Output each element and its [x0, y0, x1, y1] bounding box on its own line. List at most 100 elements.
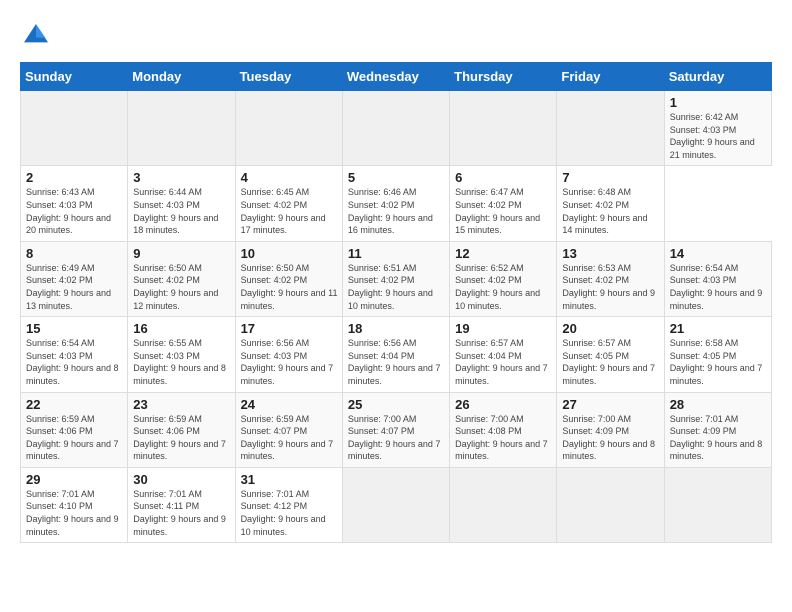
day-number: 23 [133, 397, 230, 412]
calendar-day: 15 Sunrise: 6:54 AMSunset: 4:03 PMDayligh… [21, 317, 128, 392]
day-info: Sunrise: 6:50 AMSunset: 4:02 PMDaylight:… [133, 263, 218, 311]
calendar-day [342, 467, 449, 542]
day-info: Sunrise: 6:44 AMSunset: 4:03 PMDaylight:… [133, 187, 218, 235]
calendar-day [557, 467, 664, 542]
day-info: Sunrise: 6:59 AMSunset: 4:07 PMDaylight:… [241, 414, 334, 462]
calendar-table: SundayMondayTuesdayWednesdayThursdayFrid… [20, 62, 772, 543]
day-number: 7 [562, 170, 659, 185]
calendar-day: 21 Sunrise: 6:58 AMSunset: 4:05 PMDayligh… [664, 317, 771, 392]
empty-cell [557, 91, 664, 166]
day-number: 18 [348, 321, 445, 336]
calendar-week-row: 15 Sunrise: 6:54 AMSunset: 4:03 PMDayligh… [21, 317, 772, 392]
calendar-week-row: 1 Sunrise: 6:42 AMSunset: 4:03 PMDaylight… [21, 91, 772, 166]
calendar-day: 14Sunrise: 6:54 AMSunset: 4:03 PMDayligh… [664, 241, 771, 316]
day-info: Sunrise: 6:54 AMSunset: 4:03 PMDaylight:… [670, 263, 763, 311]
calendar-day: 30 Sunrise: 7:01 AMSunset: 4:11 PMDayligh… [128, 467, 235, 542]
calendar-day: 17Sunrise: 6:56 AMSunset: 4:03 PMDayligh… [235, 317, 342, 392]
column-header-saturday: Saturday [664, 63, 771, 91]
calendar-day: 6Sunrise: 6:47 AMSunset: 4:02 PMDaylight… [450, 166, 557, 241]
day-number: 22 [26, 397, 123, 412]
column-header-tuesday: Tuesday [235, 63, 342, 91]
day-info: Sunrise: 6:58 AMSunset: 4:05 PMDaylight:… [670, 338, 763, 386]
calendar-day: 13 Sunrise: 6:53 AMSunset: 4:02 PMDayligh… [557, 241, 664, 316]
day-number: 15 [26, 321, 123, 336]
day-number: 28 [670, 397, 767, 412]
day-number: 13 [562, 246, 659, 261]
calendar-day: 28Sunrise: 7:01 AMSunset: 4:09 PMDayligh… [664, 392, 771, 467]
day-number: 20 [562, 321, 659, 336]
day-info: Sunrise: 6:57 AMSunset: 4:05 PMDaylight:… [562, 338, 655, 386]
day-number: 8 [26, 246, 123, 261]
calendar-week-row: 22 Sunrise: 6:59 AMSunset: 4:06 PMDayligh… [21, 392, 772, 467]
column-header-monday: Monday [128, 63, 235, 91]
day-number: 31 [241, 472, 338, 487]
header [20, 16, 772, 52]
empty-cell [21, 91, 128, 166]
day-number: 16 [133, 321, 230, 336]
calendar-day: 9 Sunrise: 6:50 AMSunset: 4:02 PMDaylight… [128, 241, 235, 316]
calendar-week-row: 2 Sunrise: 6:43 AMSunset: 4:03 PMDaylight… [21, 166, 772, 241]
day-number: 29 [26, 472, 123, 487]
day-number: 4 [241, 170, 338, 185]
day-info: Sunrise: 6:55 AMSunset: 4:03 PMDaylight:… [133, 338, 226, 386]
calendar-day: 3Sunrise: 6:44 AMSunset: 4:03 PMDaylight… [128, 166, 235, 241]
day-info: Sunrise: 7:00 AMSunset: 4:07 PMDaylight:… [348, 414, 441, 462]
calendar-day: 7Sunrise: 6:48 AMSunset: 4:02 PMDaylight… [557, 166, 664, 241]
day-number: 21 [670, 321, 767, 336]
day-info: Sunrise: 6:50 AMSunset: 4:02 PMDaylight:… [241, 263, 338, 311]
day-info: Sunrise: 6:45 AMSunset: 4:02 PMDaylight:… [241, 187, 326, 235]
day-number: 10 [241, 246, 338, 261]
calendar-day: 29 Sunrise: 7:01 AMSunset: 4:10 PMDayligh… [21, 467, 128, 542]
day-info: Sunrise: 6:59 AMSunset: 4:06 PMDaylight:… [26, 414, 119, 462]
calendar-day: 18Sunrise: 6:56 AMSunset: 4:04 PMDayligh… [342, 317, 449, 392]
day-number: 9 [133, 246, 230, 261]
day-number: 12 [455, 246, 552, 261]
day-number: 19 [455, 321, 552, 336]
empty-cell [235, 91, 342, 166]
day-info: Sunrise: 7:01 AMSunset: 4:11 PMDaylight:… [133, 489, 226, 537]
calendar-day: 23 Sunrise: 6:59 AMSunset: 4:06 PMDayligh… [128, 392, 235, 467]
day-info: Sunrise: 6:53 AMSunset: 4:02 PMDaylight:… [562, 263, 655, 311]
calendar-day: 31 Sunrise: 7:01 AMSunset: 4:12 PMDayligh… [235, 467, 342, 542]
calendar-day: 12Sunrise: 6:52 AMSunset: 4:02 PMDayligh… [450, 241, 557, 316]
day-number: 5 [348, 170, 445, 185]
calendar-week-row: 8Sunrise: 6:49 AMSunset: 4:02 PMDaylight… [21, 241, 772, 316]
day-info: Sunrise: 7:01 AMSunset: 4:12 PMDaylight:… [241, 489, 326, 537]
empty-cell [450, 91, 557, 166]
day-number: 1 [670, 95, 767, 110]
day-number: 25 [348, 397, 445, 412]
day-info: Sunrise: 6:42 AMSunset: 4:03 PMDaylight:… [670, 112, 755, 160]
day-number: 17 [241, 321, 338, 336]
calendar-day: 24 Sunrise: 6:59 AMSunset: 4:07 PMDayligh… [235, 392, 342, 467]
day-info: Sunrise: 6:47 AMSunset: 4:02 PMDaylight:… [455, 187, 540, 235]
day-info: Sunrise: 7:00 AMSunset: 4:08 PMDaylight:… [455, 414, 548, 462]
column-header-thursday: Thursday [450, 63, 557, 91]
day-info: Sunrise: 6:46 AMSunset: 4:02 PMDaylight:… [348, 187, 433, 235]
page-container: SundayMondayTuesdayWednesdayThursdayFrid… [0, 0, 792, 555]
calendar-day: 20 Sunrise: 6:57 AMSunset: 4:05 PMDayligh… [557, 317, 664, 392]
calendar-day: 22 Sunrise: 6:59 AMSunset: 4:06 PMDayligh… [21, 392, 128, 467]
day-info: Sunrise: 6:59 AMSunset: 4:06 PMDaylight:… [133, 414, 226, 462]
day-number: 27 [562, 397, 659, 412]
calendar-body: 1 Sunrise: 6:42 AMSunset: 4:03 PMDaylight… [21, 91, 772, 543]
logo-icon [20, 20, 52, 52]
day-number: 26 [455, 397, 552, 412]
calendar-day: 1 Sunrise: 6:42 AMSunset: 4:03 PMDaylight… [664, 91, 771, 166]
day-info: Sunrise: 6:54 AMSunset: 4:03 PMDaylight:… [26, 338, 119, 386]
day-info: Sunrise: 6:43 AMSunset: 4:03 PMDaylight:… [26, 187, 111, 235]
day-info: Sunrise: 7:00 AMSunset: 4:09 PMDaylight:… [562, 414, 655, 462]
calendar-day: 19Sunrise: 6:57 AMSunset: 4:04 PMDayligh… [450, 317, 557, 392]
calendar-day: 8Sunrise: 6:49 AMSunset: 4:02 PMDaylight… [21, 241, 128, 316]
day-number: 30 [133, 472, 230, 487]
column-header-wednesday: Wednesday [342, 63, 449, 91]
calendar-day: 4 Sunrise: 6:45 AMSunset: 4:02 PMDaylight… [235, 166, 342, 241]
day-number: 24 [241, 397, 338, 412]
day-number: 2 [26, 170, 123, 185]
calendar-day: 16 Sunrise: 6:55 AMSunset: 4:03 PMDayligh… [128, 317, 235, 392]
empty-cell [128, 91, 235, 166]
calendar-day: 26 Sunrise: 7:00 AMSunset: 4:08 PMDayligh… [450, 392, 557, 467]
day-info: Sunrise: 7:01 AMSunset: 4:10 PMDaylight:… [26, 489, 119, 537]
day-info: Sunrise: 6:51 AMSunset: 4:02 PMDaylight:… [348, 263, 433, 311]
calendar-day: 10 Sunrise: 6:50 AMSunset: 4:02 PMDayligh… [235, 241, 342, 316]
calendar-day: 25 Sunrise: 7:00 AMSunset: 4:07 PMDayligh… [342, 392, 449, 467]
